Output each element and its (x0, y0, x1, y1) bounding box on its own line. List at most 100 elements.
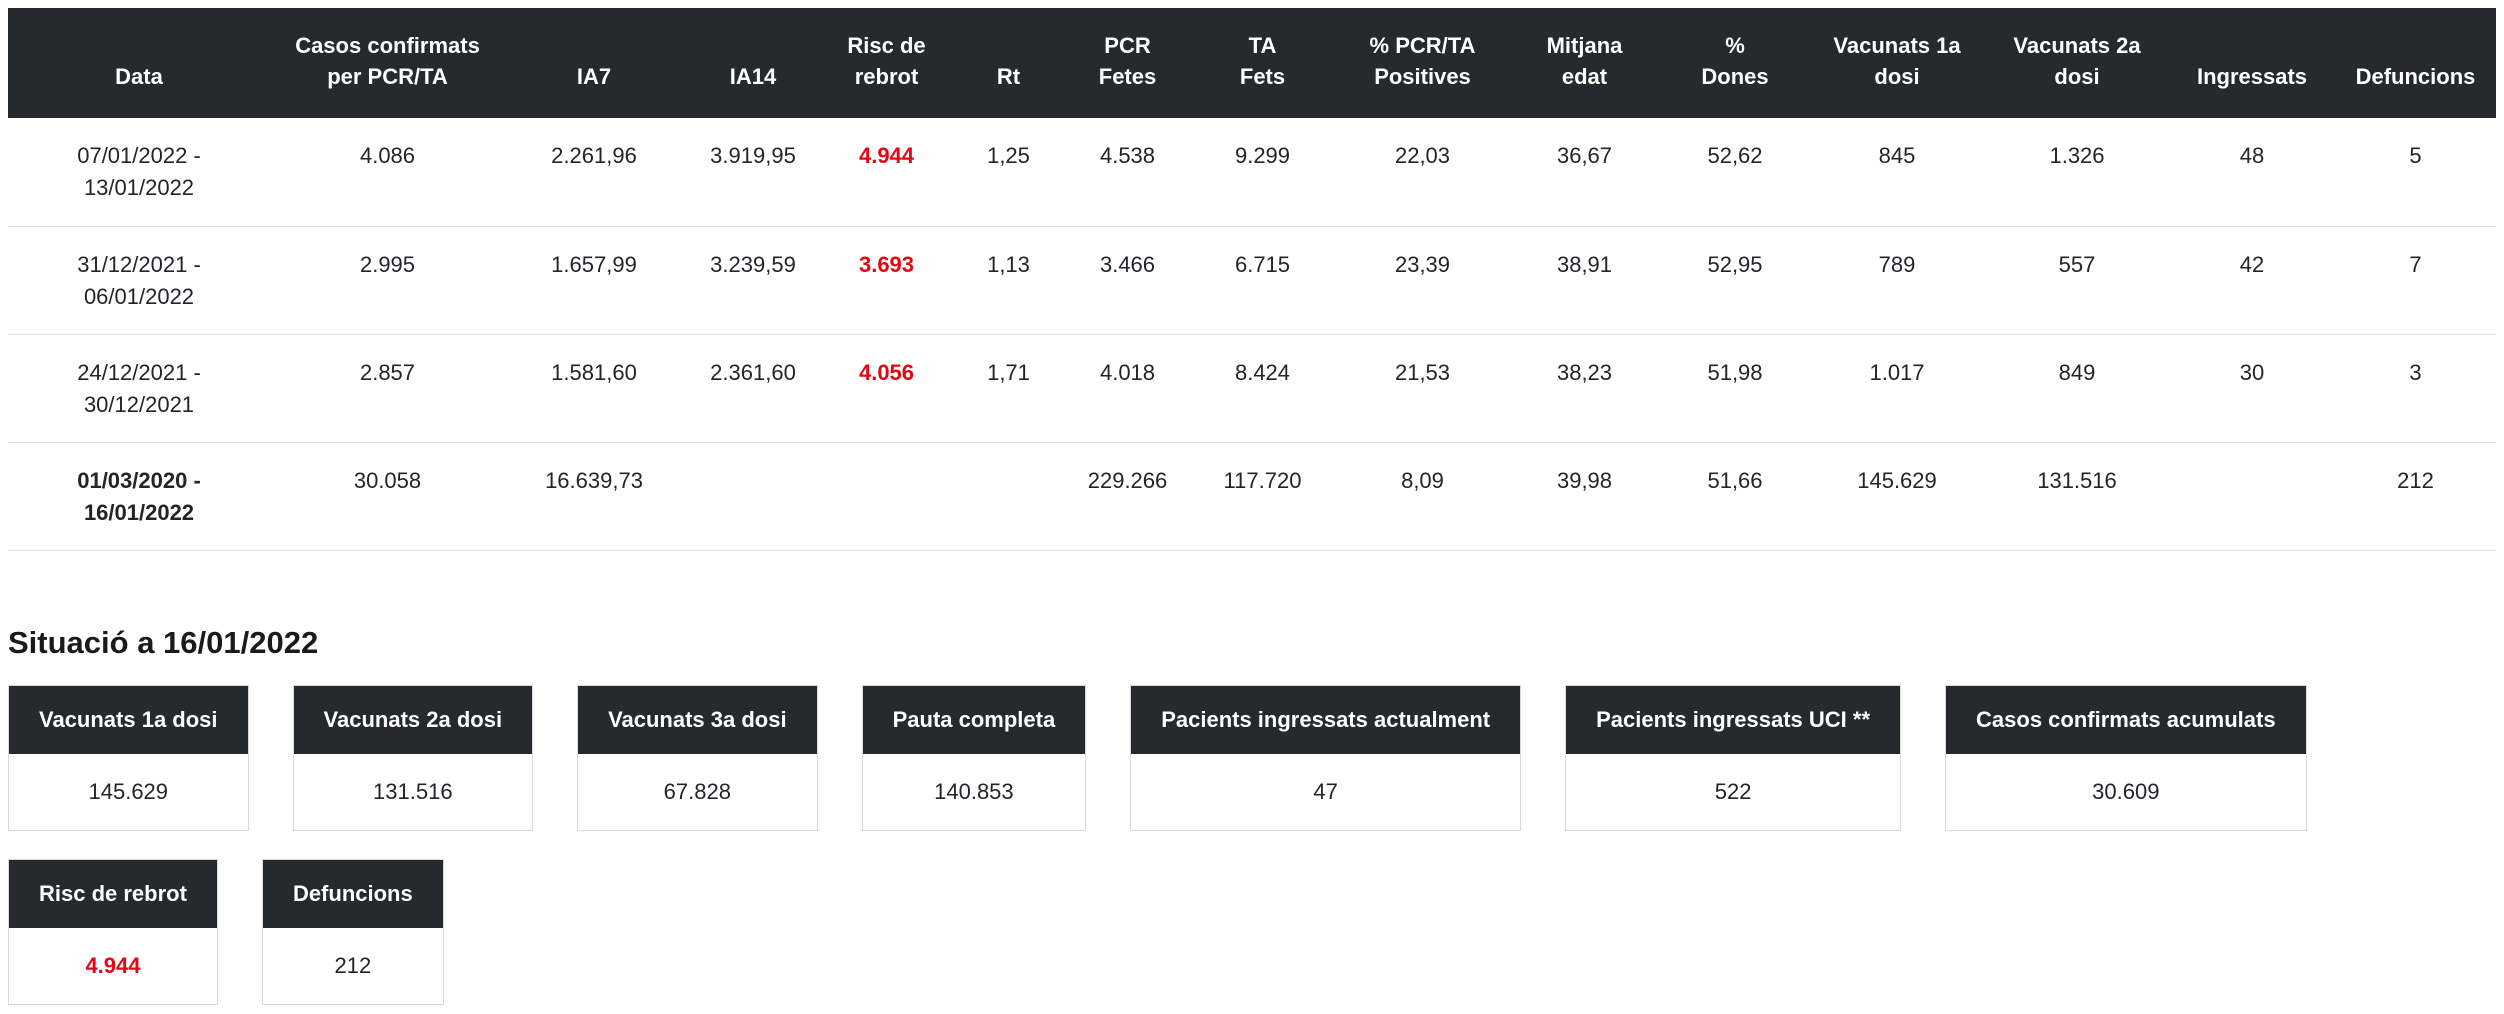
risc-rebrot-cell (823, 442, 950, 551)
card-vacunats-1a-dosi: Vacunats 1a dosi 145.629 (8, 684, 249, 831)
table-cell: 23,39 (1337, 226, 1508, 335)
table-cell: 8,09 (1337, 442, 1508, 551)
column-header-pcr-fetes: PCR Fetes (1067, 8, 1188, 118)
table-cell: 4.086 (270, 118, 505, 227)
table-cell: 1,25 (950, 118, 1067, 227)
card-value: 4.944 (85, 952, 141, 978)
date-range-end: 16/01/2022 (83, 499, 195, 525)
table-cell: 789 (1809, 226, 1985, 335)
card-risc-de-rebrot: Risc de rebrot 4.944 (8, 858, 218, 1005)
card-title: Pauta completa (862, 685, 1086, 754)
column-header-line: Data (115, 64, 163, 89)
column-header-ta-fets: TA Fets (1188, 8, 1337, 118)
column-header-vacunats-2a-dosi: Vacunats 2a dosi (1985, 8, 2169, 118)
table-cell: 229.266 (1067, 442, 1188, 551)
column-header-ingressats: Ingressats (2169, 8, 2335, 118)
card-value: 67.828 (663, 778, 731, 804)
card-title: Pacients ingressats UCI ** (1566, 685, 1901, 754)
table-cell: 9.299 (1188, 118, 1337, 227)
column-header-pct-dones: % Dones (1661, 8, 1809, 118)
column-header-line: Dones (1701, 64, 1769, 89)
date-range-end: 06/01/2022 (83, 283, 195, 309)
column-header-risc-de-rebrot: Risc de rebrot (823, 8, 950, 118)
date-range-end: 13/01/2022 (83, 175, 195, 200)
table-cell: 4.538 (1067, 118, 1188, 227)
table-header-row: Data Casos confirmats per PCR/TA IA7 IA14… (8, 8, 2496, 118)
column-header-line: Mitjana (1546, 33, 1623, 58)
column-header-line: Fetes (1098, 64, 1157, 89)
card-casos-confirmats-acumulats: Casos confirmats acumulats 30.609 (1945, 684, 2307, 831)
column-header-line: Defuncions (2355, 64, 2476, 89)
table-row: 31/12/2021 - 06/01/2022 2.995 1.657,99 3.… (8, 226, 2496, 335)
column-header-line: IA14 (729, 64, 777, 89)
column-header-line: Rt (996, 64, 1021, 89)
table-cell: 30.058 (270, 442, 505, 551)
table-cell: 48 (2169, 118, 2335, 227)
date-range-start: 24/12/2021 - (77, 359, 201, 385)
date-cell: 24/12/2021 - 30/12/2021 (8, 334, 270, 443)
table-cell: 38,91 (1508, 226, 1661, 335)
card-title: Vacunats 1a dosi (9, 685, 248, 754)
column-header-line: rebrot (854, 64, 919, 89)
table-cell: 3 (2335, 334, 2496, 443)
column-header-rt: Rt (950, 8, 1067, 118)
table-cell: 4.018 (1067, 334, 1188, 443)
section-title: Situació a 16/01/2022 (8, 624, 319, 660)
table-cell: 131.516 (1985, 442, 2169, 551)
table-cell: 7 (2335, 226, 2496, 335)
table-cell: 38,23 (1508, 334, 1661, 443)
table-cell: 3.466 (1067, 226, 1188, 335)
table-cell: 557 (1985, 226, 2169, 335)
column-header-data: Data (8, 8, 270, 118)
card-vacunats-3a-dosi: Vacunats 3a dosi 67.828 (577, 684, 818, 831)
card-defuncions: Defuncions 212 (261, 858, 444, 1005)
table-cell: 2.857 (270, 334, 505, 443)
card-value: 140.853 (934, 778, 1014, 804)
card-vacunats-2a-dosi: Vacunats 2a dosi 131.516 (292, 684, 534, 831)
table-cell: 2.261,96 (505, 118, 683, 227)
table-cell: 2.995 (270, 226, 505, 335)
column-header-line: edat (1561, 64, 1608, 89)
table-cell: 39,98 (1508, 442, 1661, 551)
column-header-defuncions: Defuncions (2335, 8, 2496, 118)
table-cell (950, 442, 1067, 551)
card-title: Vacunats 3a dosi (578, 685, 817, 754)
table-cell: 845 (1809, 118, 1985, 227)
card-value: 131.516 (373, 778, 453, 804)
situation-cards-row-1: Vacunats 1a dosi 145.629 Vacunats 2a dos… (8, 684, 2496, 831)
table-cell: 3.919,95 (683, 118, 823, 227)
date-cell: 01/03/2020 - 16/01/2022 (8, 442, 270, 551)
table-cell: 117.720 (1188, 442, 1337, 551)
column-header-line: Fets (1239, 64, 1286, 89)
date-range-start: 31/12/2021 - (77, 251, 201, 277)
table-cell: 8.424 (1188, 334, 1337, 443)
table-cell (683, 442, 823, 551)
date-cell: 07/01/2022 - 13/01/2022 (8, 118, 270, 227)
table-cell: 16.639,73 (505, 442, 683, 551)
table-cell: 36,67 (1508, 118, 1661, 227)
card-value: 47 (1313, 778, 1338, 804)
column-header-vacunats-1a-dosi: Vacunats 1a dosi (1809, 8, 1985, 118)
column-header-line: Vacunats 1a (1833, 33, 1961, 58)
column-header-line: Casos confirmats (295, 33, 480, 58)
date-range-start: 07/01/2022 - (77, 143, 201, 168)
column-header-line: dosi (1874, 64, 1920, 89)
column-header-mitjana-edat: Mitjana edat (1508, 8, 1661, 118)
page: Data Casos confirmats per PCR/TA IA7 IA14… (0, 0, 2504, 1013)
card-value: 145.629 (88, 778, 169, 804)
table-cell: 51,66 (1661, 442, 1809, 551)
risc-rebrot-cell: 4.056 (823, 334, 950, 443)
table-row: 07/01/2022 - 13/01/2022 4.086 2.261,96 3.… (8, 118, 2496, 227)
situation-cards-row-2: Risc de rebrot 4.944 Defuncions 212 (8, 858, 2496, 1005)
card-value: 30.609 (2092, 778, 2160, 804)
table-cell: 52,62 (1661, 118, 1809, 227)
table-cell: 52,95 (1661, 226, 1809, 335)
card-title: Defuncions (262, 859, 443, 928)
column-header-ia7: IA7 (505, 8, 683, 118)
card-pacients-ingressats-uci: Pacients ingressats UCI ** 522 (1565, 684, 1902, 831)
table-cell (2169, 442, 2335, 551)
table-cell: 1,13 (950, 226, 1067, 335)
table-row: 24/12/2021 - 30/12/2021 2.857 1.581,60 2.… (8, 334, 2496, 443)
date-range-end: 30/12/2021 (83, 391, 195, 417)
card-title: Pacients ingressats actualment (1131, 685, 1521, 754)
